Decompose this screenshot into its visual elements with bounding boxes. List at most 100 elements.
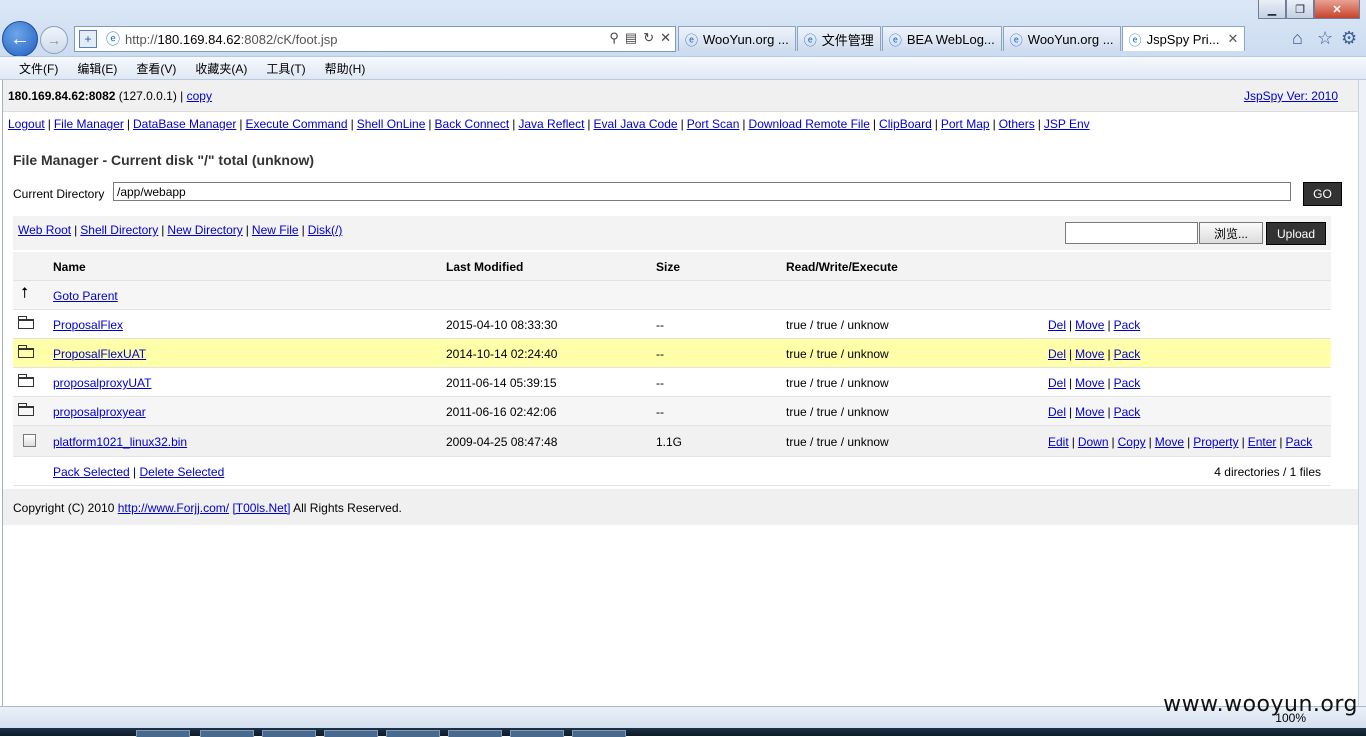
toolbar-link-new-file[interactable]: New File bbox=[252, 223, 299, 237]
favorites-star-icon[interactable]: ☆ bbox=[1317, 28, 1333, 49]
folder-modified: 2015-04-10 08:33:30 bbox=[446, 318, 558, 332]
nav-link-shell-online[interactable]: Shell OnLine bbox=[357, 117, 426, 131]
nav-link-back-connect[interactable]: Back Connect bbox=[435, 117, 510, 131]
folder-icon bbox=[18, 403, 34, 416]
menu-favorites[interactable]: 收藏夹(A) bbox=[195, 60, 247, 77]
copy-link[interactable]: Copy bbox=[1118, 435, 1146, 449]
current-directory-input[interactable] bbox=[113, 182, 1291, 201]
nav-link-port-map[interactable]: Port Map bbox=[941, 117, 990, 131]
compat-plus-icon[interactable]: + bbox=[79, 30, 97, 48]
nav-link-logout[interactable]: Logout bbox=[8, 117, 45, 131]
move-link[interactable]: Move bbox=[1075, 376, 1104, 390]
goto-parent-link[interactable]: Goto Parent bbox=[53, 289, 118, 303]
move-link[interactable]: Move bbox=[1075, 347, 1104, 361]
select-file-checkbox[interactable] bbox=[23, 434, 36, 447]
delete-selected-link[interactable]: Delete Selected bbox=[140, 465, 225, 479]
tab-jspspy[interactable]: ⓔ JspSpy Pri... ✕ bbox=[1121, 26, 1246, 51]
home-icon[interactable]: ⌂ bbox=[1292, 28, 1303, 49]
file-name-link[interactable]: platform1021_linux32.bin bbox=[53, 435, 187, 449]
nav-link-database-manager[interactable]: DataBase Manager bbox=[133, 117, 236, 131]
nav-link-download-remote-file[interactable]: Download Remote File bbox=[749, 117, 870, 131]
nav-link-clipboard[interactable]: ClipBoard bbox=[879, 117, 932, 131]
nav-link-execute-command[interactable]: Execute Command bbox=[246, 117, 348, 131]
toolbar-link-disk-[interactable]: Disk(/) bbox=[308, 223, 343, 237]
pack-link[interactable]: Pack bbox=[1114, 405, 1141, 419]
table-footer: Pack Selected | Delete Selected 4 direct… bbox=[13, 457, 1331, 486]
property-link[interactable]: Property bbox=[1193, 435, 1238, 449]
go-button[interactable]: GO bbox=[1303, 182, 1342, 206]
nav-link-file-manager[interactable]: File Manager bbox=[54, 117, 124, 131]
copy-link[interactable]: copy bbox=[187, 89, 212, 103]
menu-tools[interactable]: 工具(T) bbox=[266, 60, 305, 77]
toolbar-link-new-directory[interactable]: New Directory bbox=[167, 223, 242, 237]
maximize-icon[interactable]: ❐ bbox=[1286, 0, 1314, 19]
del-link[interactable]: Del bbox=[1048, 347, 1066, 361]
address-bar[interactable]: + ⓔ http://180.169.84.62:8082/cK/foot.js… bbox=[74, 26, 676, 52]
address-url[interactable]: http://180.169.84.62:8082/cK/foot.jsp bbox=[125, 32, 338, 47]
pack-link[interactable]: Pack bbox=[1114, 347, 1141, 361]
del-link[interactable]: Del bbox=[1048, 318, 1066, 332]
main-nav: Logout | File Manager | DataBase Manager | Exe… bbox=[8, 117, 1090, 131]
nav-link-jsp-env[interactable]: JSP Env bbox=[1044, 117, 1090, 131]
header-size: Size bbox=[656, 260, 681, 274]
server-local: (127.0.0.1) | bbox=[118, 89, 184, 103]
t00ls-link[interactable]: [T00ls.Net] bbox=[232, 501, 290, 515]
enter-link[interactable]: Enter bbox=[1248, 435, 1277, 449]
del-link[interactable]: Del bbox=[1048, 376, 1066, 390]
pack-link[interactable]: Pack bbox=[1114, 318, 1141, 332]
search-icon[interactable]: ⚲ bbox=[609, 30, 619, 46]
folder-size: -- bbox=[656, 318, 664, 332]
status-bar: 100% bbox=[0, 706, 1366, 729]
table-row: proposalproxyear 2011-06-16 02:42:06 -- tru… bbox=[13, 397, 1331, 426]
menu-help[interactable]: 帮助(H) bbox=[325, 60, 366, 77]
move-link[interactable]: Move bbox=[1075, 405, 1104, 419]
tab-wooyun-1[interactable]: ⓔ WooYun.org ... bbox=[678, 26, 796, 51]
folder-name-link[interactable]: ProposalFlexUAT bbox=[53, 347, 146, 361]
version-link[interactable]: JspSpy Ver: 2010 bbox=[1244, 89, 1338, 103]
forward-arrow-icon[interactable]: → bbox=[40, 26, 68, 54]
nav-link-port-scan[interactable]: Port Scan bbox=[687, 117, 740, 131]
compat-view-icon[interactable]: ▤ bbox=[625, 30, 637, 46]
pack-link[interactable]: Pack bbox=[1286, 435, 1313, 449]
back-arrow-icon[interactable]: ← bbox=[2, 21, 38, 57]
pack-selected-link[interactable]: Pack Selected bbox=[53, 465, 130, 479]
folder-size: -- bbox=[656, 376, 664, 390]
pack-link[interactable]: Pack bbox=[1114, 376, 1141, 390]
toolbar-link-web-root[interactable]: Web Root bbox=[18, 223, 71, 237]
tab-wooyun-2[interactable]: ⓔ WooYun.org ... bbox=[1002, 26, 1121, 51]
menu-file[interactable]: 文件(F) bbox=[19, 60, 58, 77]
refresh-icon[interactable]: ↻ bbox=[643, 30, 654, 46]
nav-link-others[interactable]: Others bbox=[999, 117, 1035, 131]
settings-gear-icon[interactable]: ⚙ bbox=[1341, 28, 1357, 49]
toolbar-link-shell-directory[interactable]: Shell Directory bbox=[80, 223, 158, 237]
vertical-scrollbar[interactable] bbox=[1358, 80, 1366, 706]
close-window-icon[interactable]: ✕ bbox=[1314, 0, 1360, 19]
table-row: ProposalFlex 2015-04-10 08:33:30 -- true / … bbox=[13, 310, 1331, 339]
down-link[interactable]: Down bbox=[1078, 435, 1109, 449]
edit-link[interactable]: Edit bbox=[1048, 435, 1069, 449]
menu-view[interactable]: 查看(V) bbox=[136, 60, 176, 77]
ie-favicon-icon: ⓔ bbox=[106, 31, 120, 47]
stop-icon[interactable]: ✕ bbox=[660, 30, 671, 46]
folder-name-link[interactable]: ProposalFlex bbox=[53, 318, 123, 332]
move-link[interactable]: Move bbox=[1075, 318, 1104, 332]
nav-link-java-reflect[interactable]: Java Reflect bbox=[518, 117, 584, 131]
upload-button[interactable]: Upload bbox=[1266, 222, 1326, 245]
del-link[interactable]: Del bbox=[1048, 405, 1066, 419]
nav-link-eval-java-code[interactable]: Eval Java Code bbox=[594, 117, 678, 131]
move-link[interactable]: Move bbox=[1155, 435, 1184, 449]
ie-tab-icon: ⓔ bbox=[803, 32, 817, 48]
upload-file-input[interactable] bbox=[1065, 222, 1198, 244]
folder-name-link[interactable]: proposalproxyUAT bbox=[53, 376, 151, 390]
folder-icon bbox=[18, 374, 34, 387]
forjj-link[interactable]: http://www.Forjj.com/ bbox=[118, 501, 229, 515]
close-tab-icon[interactable]: ✕ bbox=[1228, 31, 1239, 47]
tab-file-manager[interactable]: ⓔ 文件管理 bbox=[796, 26, 881, 51]
folder-size: -- bbox=[656, 347, 664, 361]
folder-name-link[interactable]: proposalproxyear bbox=[53, 405, 146, 419]
folder-actions: Del | Move | Pack bbox=[1048, 405, 1141, 419]
menu-edit[interactable]: 编辑(E) bbox=[77, 60, 117, 77]
tab-bea-weblogic[interactable]: ⓔ BEA WebLog... bbox=[881, 26, 1002, 51]
browse-button[interactable]: 浏览... bbox=[1199, 222, 1263, 244]
minimize-icon[interactable]: ▁ bbox=[1258, 0, 1286, 19]
